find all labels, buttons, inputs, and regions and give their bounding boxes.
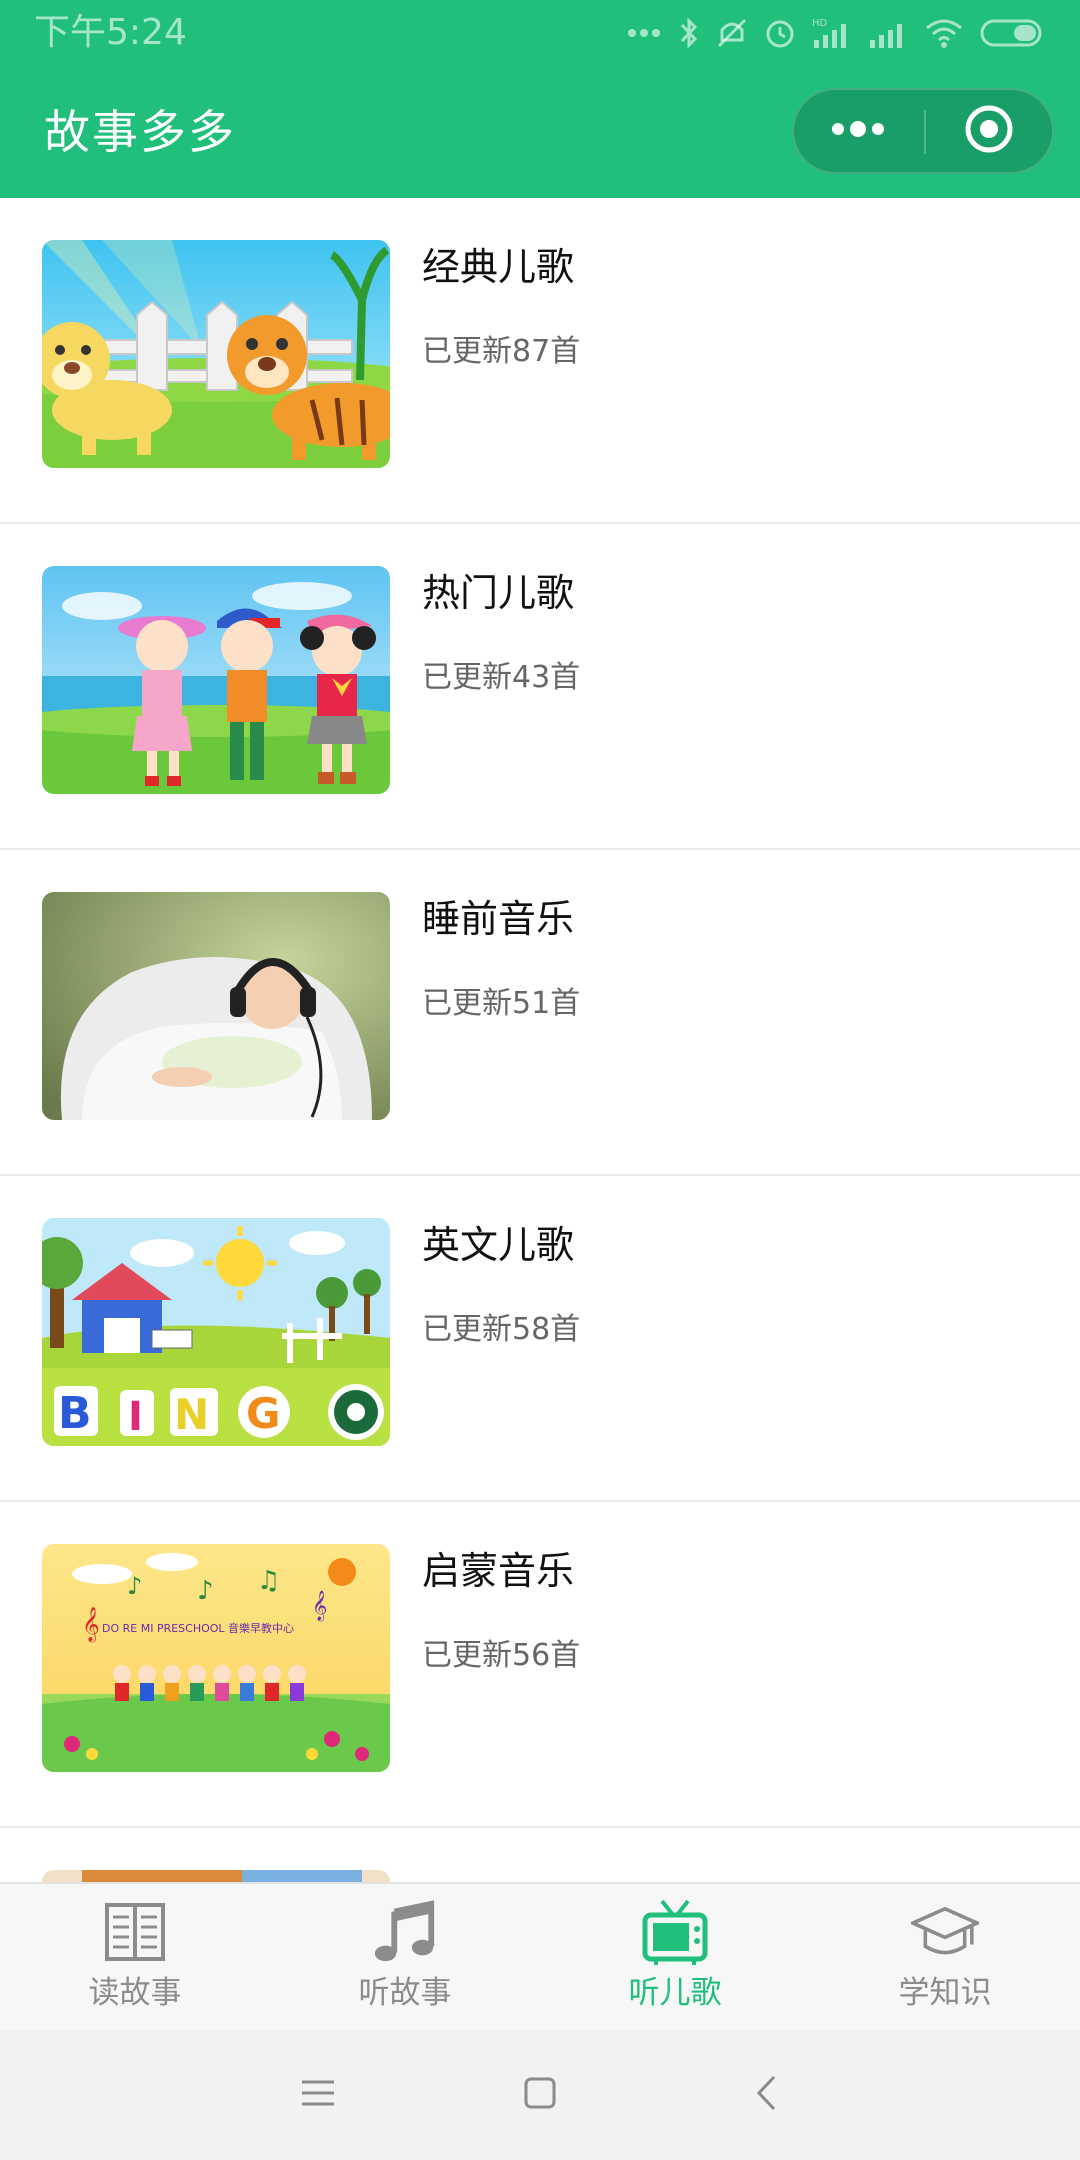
svg-text:♫: ♫ (257, 1566, 280, 1596)
item-title: 经典儿歌 (422, 245, 575, 289)
hd-signal-icon: HD (812, 16, 852, 50)
home-square-icon (523, 2076, 557, 2114)
battery-icon (980, 18, 1046, 48)
tigers-cartoon-image (42, 240, 390, 468)
page-title: 故事多多 (44, 105, 236, 159)
hd-badge: HD (812, 18, 828, 29)
tab-listen-stories[interactable]: 听故事 (270, 1884, 540, 2030)
mute-icon (716, 16, 748, 50)
bluetooth-icon (678, 16, 700, 50)
svg-text:N: N (174, 1390, 209, 1439)
status-time: 下午5:24 (34, 12, 187, 53)
item-update-count: 已更新56首 (422, 1638, 581, 1673)
list-item[interactable]: 睡前音乐 已更新51首 (0, 850, 1080, 1176)
more-dots-icon (828, 119, 888, 143)
tab-read-stories[interactable]: 读故事 (0, 1884, 270, 2030)
signal-icon (868, 16, 908, 50)
preschool-caption: DO RE MI PRESCHOOL 音樂早教中心 (102, 1621, 294, 1635)
svg-text:𝄞: 𝄞 (82, 1607, 100, 1643)
bingo-cartoon-image: B I N G (42, 1218, 390, 1446)
item-update-count: 已更新58首 (422, 1312, 581, 1347)
target-close-icon (963, 103, 1015, 159)
tab-label: 听故事 (358, 1975, 452, 2011)
status-icons: HD (626, 12, 1046, 54)
item-title: 启蒙音乐 (422, 1549, 575, 1593)
back-chevron-icon (754, 2074, 778, 2116)
tab-listen-songs[interactable]: 听儿歌 (540, 1884, 810, 2030)
wifi-icon (924, 16, 964, 50)
item-update-count: 已更新43首 (422, 660, 581, 695)
mini-program-capsule (792, 88, 1054, 174)
recent-apps-button[interactable] (278, 2060, 358, 2130)
partial-thumb-image (42, 1870, 390, 1882)
svg-text:𝄞: 𝄞 (312, 1590, 327, 1622)
more-dots-icon (626, 27, 662, 39)
list-item[interactable]: 热门儿歌 已更新43首 (0, 524, 1080, 850)
svg-text:♪: ♪ (197, 1576, 214, 1606)
svg-text:♪: ♪ (127, 1572, 142, 1600)
alarm-icon (764, 16, 796, 50)
tv-icon (641, 1896, 709, 1968)
item-update-count: 已更新87首 (422, 334, 581, 369)
svg-text:B: B (58, 1388, 92, 1439)
nav-bar: 故事多多 (0, 66, 1080, 198)
item-update-count: 已更新51首 (422, 986, 581, 1021)
tab-label: 学知识 (898, 1975, 992, 2011)
item-title: 英文儿歌 (422, 1223, 575, 1267)
back-button[interactable] (726, 2060, 806, 2130)
tab-bar: 读故事 听故事 听儿歌 学知识 (0, 1882, 1080, 2030)
close-button[interactable] (926, 90, 1052, 172)
tab-label: 读故事 (88, 1975, 182, 2011)
svg-text:I: I (128, 1394, 143, 1440)
list-item-partial[interactable] (0, 1828, 1080, 1882)
menu-lines-icon (300, 2078, 336, 2112)
status-bar: 下午5:24 HD (0, 0, 1080, 66)
list-item[interactable]: 𝄞 ♪ ♫ ♪ 𝄞 DO RE MI PRESCHOOL 音樂早教中心 启蒙音乐… (0, 1502, 1080, 1828)
home-button[interactable] (500, 2060, 580, 2130)
menu-button[interactable] (794, 90, 922, 172)
preschool-music-image: 𝄞 ♪ ♫ ♪ 𝄞 DO RE MI PRESCHOOL 音樂早教中心 (42, 1544, 390, 1772)
tab-learn[interactable]: 学知识 (810, 1884, 1080, 2030)
graduation-cap-icon (911, 1896, 979, 1968)
system-nav-bar (0, 2030, 1080, 2160)
book-icon (101, 1896, 169, 1968)
item-title: 睡前音乐 (422, 897, 575, 941)
list-item[interactable]: B I N G 英文儿歌 已更新58首 (0, 1176, 1080, 1502)
music-note-icon (371, 1896, 439, 1968)
kids-cartoon-image (42, 566, 390, 794)
svg-text:G: G (246, 1389, 280, 1438)
tab-label: 听儿歌 (628, 1975, 722, 2011)
item-title: 热门儿歌 (422, 571, 575, 615)
song-category-list: 经典儿歌 已更新87首 热门儿歌 已更新43首 睡前音乐 已更新51首 B I … (0, 198, 1080, 1882)
list-item[interactable]: 经典儿歌 已更新87首 (0, 198, 1080, 524)
baby-headphones-image (42, 892, 390, 1120)
